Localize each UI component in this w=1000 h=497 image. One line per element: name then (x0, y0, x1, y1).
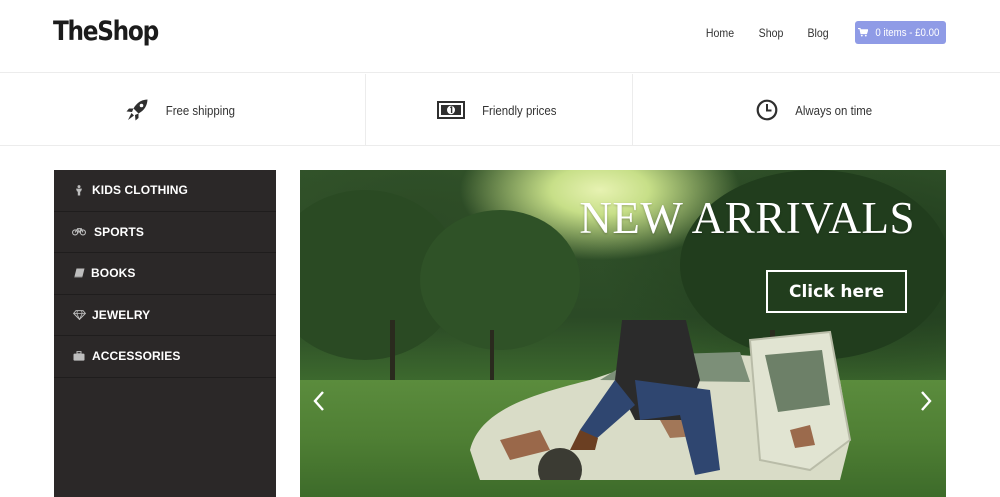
hero-photo-car (470, 320, 852, 480)
bicycle-icon (72, 227, 86, 236)
diamond-icon (72, 309, 86, 320)
slider-prev-button[interactable] (308, 388, 330, 414)
cart-button[interactable]: 0 items - £0.00 (855, 21, 946, 44)
hero-cta-button[interactable]: Click here (766, 270, 907, 313)
sidebar-item-sports[interactable]: SPORTS (54, 212, 276, 253)
sidebar-item-books[interactable]: BOOKS (54, 253, 276, 295)
rocket-icon (125, 98, 149, 122)
nav-home-link[interactable]: Home (706, 26, 734, 40)
cart-summary: 0 items - £0.00 (874, 26, 940, 39)
feature-label: Free shipping (165, 102, 236, 118)
hero-title: NEW ARRIVALS (579, 193, 915, 243)
sidebar-item-kids-clothing[interactable]: KIDS CLOTHING (54, 170, 276, 212)
feature-label: Friendly prices (481, 102, 557, 118)
feature-always-on-time: Always on time (633, 74, 1000, 146)
chevron-right-icon (921, 391, 932, 411)
features-strip: Free shipping Friendly prices Always on … (0, 74, 1000, 146)
feature-free-shipping: Free shipping (0, 74, 366, 146)
clock-icon (756, 99, 778, 121)
chevron-left-icon (313, 391, 324, 411)
money-icon (436, 101, 465, 119)
site-logo[interactable]: TheShop (53, 16, 159, 47)
briefcase-icon (72, 351, 86, 361)
sidebar-item-label: BOOKS (91, 266, 136, 281)
nav-blog-link[interactable]: Blog (807, 26, 828, 40)
feature-friendly-prices: Friendly prices (366, 74, 633, 146)
child-icon (72, 184, 86, 196)
sidebar-item-label: KIDS CLOTHING (92, 183, 188, 198)
cart-icon (857, 28, 868, 37)
main-nav: Home Shop Blog 0 items - £0.00 (704, 21, 946, 44)
category-sidebar: KIDS CLOTHING SPORTS BOOKS JEWELRY ACCES… (54, 170, 276, 497)
sidebar-item-label: ACCESSORIES (92, 349, 181, 364)
sidebar-item-jewelry[interactable]: JEWELRY (54, 295, 276, 336)
sidebar-item-accessories[interactable]: ACCESSORIES (54, 336, 276, 378)
nav-shop-link[interactable]: Shop (759, 26, 784, 40)
sidebar-item-label: SPORTS (94, 224, 144, 239)
book-icon (72, 268, 86, 278)
hero-slider: NEW ARRIVALS Click here (300, 170, 946, 497)
feature-label: Always on time (795, 102, 872, 118)
sidebar-item-label: JEWELRY (92, 307, 151, 322)
slider-next-button[interactable] (915, 388, 937, 414)
site-header: TheShop Home Shop Blog 0 items - £0.00 (0, 0, 1000, 73)
